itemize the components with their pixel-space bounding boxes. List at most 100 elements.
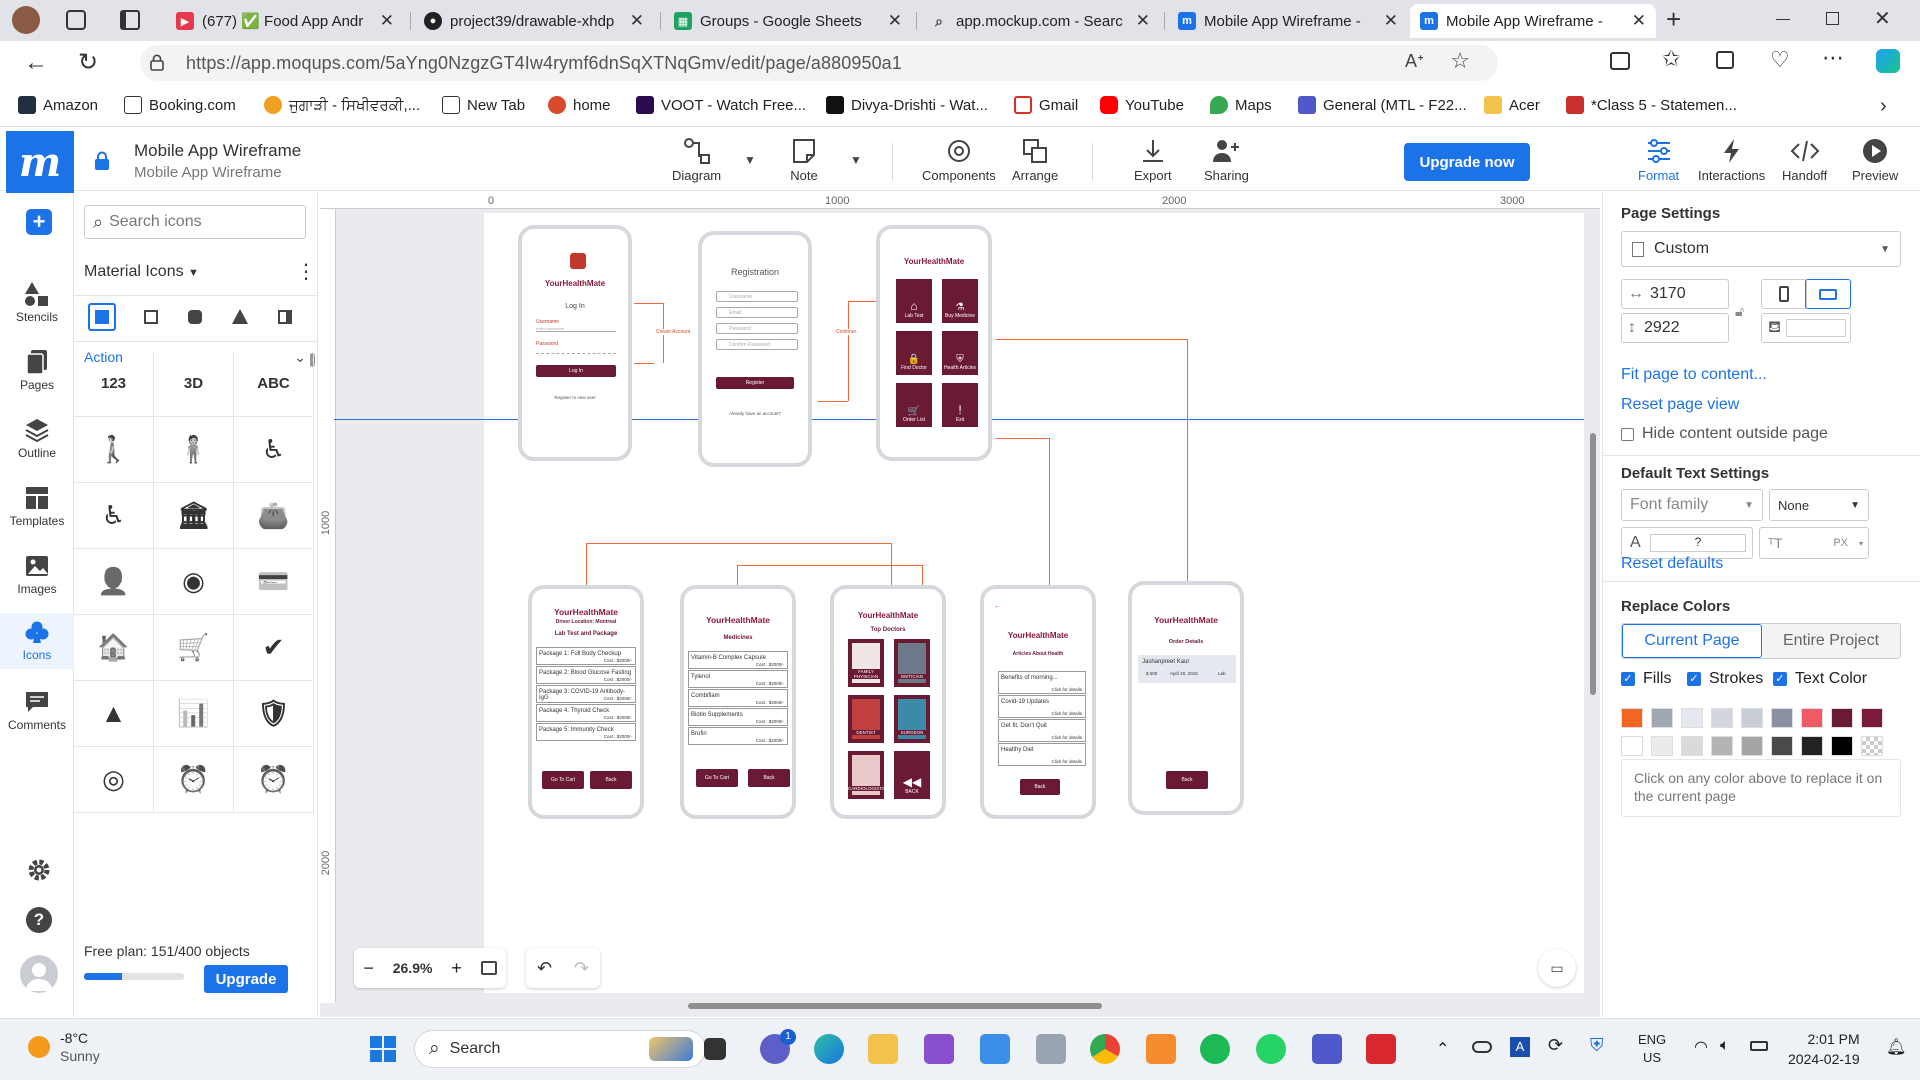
list-item[interactable]: Biotin Supplements Cost : $2000/- [688, 708, 788, 726]
add-task-icon[interactable]: ✔ [234, 615, 314, 681]
rail-templates[interactable]: Templates [0, 485, 74, 528]
color-swatch[interactable] [1651, 708, 1673, 728]
clock[interactable]: 2:01 PM 2024-02-19 [1788, 1029, 1860, 1069]
tab-github[interactable]: ● project39/drawable-xhdp ✕ [414, 4, 654, 38]
diagram-button[interactable]: Diagram [672, 137, 721, 183]
list-item[interactable]: Vitamin-B Complex Capsule Cost : $2000/- [688, 651, 788, 669]
sharing-button[interactable]: Sharing [1204, 137, 1249, 183]
style-round-toggle[interactable] [188, 310, 202, 324]
style-outlined-toggle[interactable] [144, 310, 158, 324]
account-circle-icon[interactable]: ◉ [154, 549, 234, 615]
notifications-icon[interactable]: 🔔︎ [1886, 1037, 1906, 1057]
list-item[interactable]: Benefits of morning... Click for details [998, 671, 1086, 694]
interactions-button[interactable]: Interactions [1698, 137, 1765, 183]
workspaces-icon[interactable] [66, 10, 86, 30]
color-swatch[interactable] [1681, 708, 1703, 728]
add-card-icon[interactable]: 💳 [234, 549, 314, 615]
bookmark-divya-drishti[interactable]: Divya-Drishti - Wat... [826, 96, 988, 114]
weather-widget[interactable]: -8°C Sunny [28, 1029, 100, 1065]
zoom-level[interactable]: 26.9% [393, 960, 433, 976]
acrobat-icon[interactable] [1366, 1034, 1396, 1064]
notepad-icon[interactable] [980, 1034, 1010, 1064]
format-button[interactable]: Format [1638, 137, 1679, 183]
more-menu-icon[interactable]: ⋯ [1822, 45, 1844, 71]
wireframe-registration[interactable]: Registration Username Email Password Con… [698, 231, 812, 467]
style-sharp-toggle[interactable] [232, 309, 248, 324]
horizontal-scrollbar[interactable] [688, 1003, 1102, 1009]
style-twotone-toggle[interactable] [278, 310, 292, 324]
maximize-icon[interactable] [1826, 12, 1839, 25]
bookmark-youtube[interactable]: YouTube [1100, 96, 1184, 114]
chevron-down-icon[interactable]: ▼ [744, 153, 756, 167]
bookmark-teams-general[interactable]: General (MTL - F22... [1298, 96, 1467, 114]
accessibility-new-icon[interactable]: 🧍 [154, 417, 234, 483]
wireframe-home[interactable]: YourHealthMate ⌂ Lab Test ⚗ Buy Medicine 🔒… [876, 225, 992, 461]
file-explorer-icon[interactable] [868, 1034, 898, 1064]
teams-icon[interactable] [1312, 1034, 1342, 1064]
font-size-input[interactable]: ᵀT PX ▾ [1759, 527, 1869, 559]
3d-rotation-icon[interactable]: 3D [154, 351, 234, 417]
addchart-icon[interactable]: 📊 [154, 681, 234, 747]
close-tab-icon[interactable]: ✕ [1136, 11, 1150, 31]
order-card[interactable]: Jashanpreet Kaur $ 500 April 20, 2015 La… [1138, 655, 1236, 683]
color-swatch[interactable] [1801, 708, 1823, 728]
onedrive-icon[interactable] [1472, 1041, 1492, 1053]
color-swatch[interactable] [1741, 708, 1763, 728]
handoff-button[interactable]: Handoff [1782, 137, 1827, 183]
wireframe-doctors[interactable]: YourHealthMate Top Doctors FAMILY PHYSIC… [830, 585, 946, 819]
color-swatch[interactable] [1711, 708, 1733, 728]
tab-current-page[interactable]: Current Page [1622, 624, 1762, 658]
zoom-out-button[interactable]: − [363, 958, 374, 979]
tab-moqups-1[interactable]: m Mobile App Wireframe - ✕ [1168, 4, 1408, 38]
bookmark-voot[interactable]: VOOT - Watch Free... [636, 96, 806, 114]
list-item[interactable]: Package 4: Thyroid Check Cost : $2000/- [536, 704, 636, 722]
url-field[interactable]: https://app.moqups.com/5aYng0NzgzGT4Iw4r… [140, 45, 1498, 81]
close-tab-icon[interactable]: ✕ [380, 11, 394, 31]
color-swatch[interactable] [1801, 736, 1823, 756]
color-swatch[interactable] [1861, 708, 1883, 728]
tab-search[interactable]: ⌕ app.mockup.com - Searc ✕ [920, 4, 1160, 38]
page-height-input[interactable]: ↕ 2922 [1621, 313, 1729, 343]
account-box-icon[interactable]: 👤 [74, 549, 154, 615]
project-title[interactable]: Mobile App Wireframe [134, 141, 301, 161]
preview-button[interactable]: Preview [1852, 137, 1898, 183]
add-button[interactable]: + [26, 209, 52, 235]
orientation-landscape-button[interactable] [1805, 279, 1851, 309]
chevron-right-icon[interactable]: › [1880, 95, 1887, 118]
close-tab-icon[interactable]: ✕ [1384, 11, 1398, 31]
list-item[interactable]: Package 3: COVID-19 Antibody-IgG Cost : $… [536, 685, 636, 703]
list-item[interactable]: Covid-19 Updates Click for details [998, 695, 1086, 718]
minimize-icon[interactable] [1776, 19, 1790, 20]
tray-a-icon[interactable]: A [1510, 1037, 1530, 1057]
add-to-drive-icon[interactable]: ▲ [74, 681, 154, 747]
reset-page-view-link[interactable]: Reset page view [1621, 396, 1739, 414]
wireframe-login[interactable]: YourHealthMate Log In Username enter use… [518, 225, 632, 461]
rail-icons[interactable]: Icons [0, 613, 74, 669]
bookmark-acer[interactable]: Acer [1484, 96, 1540, 114]
font-style-dropdown[interactable]: None ▼ [1769, 489, 1869, 521]
rail-outline[interactable]: Outline [0, 417, 74, 460]
arrange-button[interactable]: Arrange [1012, 137, 1058, 183]
taskbar-search[interactable]: ⌕ Search [414, 1030, 706, 1068]
start-button[interactable] [370, 1036, 396, 1062]
wireframe-articles[interactable]: ← YourHealthMate Articles About Health B… [980, 585, 1096, 819]
list-item[interactable]: Tylenol Cost : $2000/- [688, 670, 788, 688]
color-swatch[interactable] [1771, 736, 1793, 756]
wireframe-lab-test[interactable]: YourHealthMate Driver Location: Montreal… [528, 585, 644, 819]
favorite-star-icon[interactable]: ☆ [1450, 48, 1470, 74]
zoom-in-button[interactable]: + [451, 958, 462, 979]
spotify-icon[interactable] [1200, 1034, 1230, 1064]
help-icon[interactable]: ? [26, 907, 52, 933]
favorites-icon[interactable]: ✩ [1662, 46, 1680, 72]
tab-youtube[interactable]: ▶ (677) ✅ Food App Andr ✕ [166, 4, 404, 38]
color-swatch[interactable] [1831, 708, 1853, 728]
accessibility-icon[interactable]: 🚶 [74, 417, 154, 483]
defender-icon[interactable]: ⛨ [1590, 1035, 1604, 1056]
user-avatar[interactable] [20, 955, 58, 993]
tray-chevron-icon[interactable]: ⌃ [1436, 1039, 1449, 1059]
moqups-logo[interactable]: m [6, 131, 74, 193]
connector-label-continue[interactable]: Continue [836, 329, 857, 335]
color-swatch[interactable] [1621, 736, 1643, 756]
list-item[interactable]: Healthy Diet Click for details [998, 743, 1086, 766]
design-canvas[interactable]: 0 1000 2000 3000 1000 2000 Create Accoun… [320, 193, 1600, 1017]
